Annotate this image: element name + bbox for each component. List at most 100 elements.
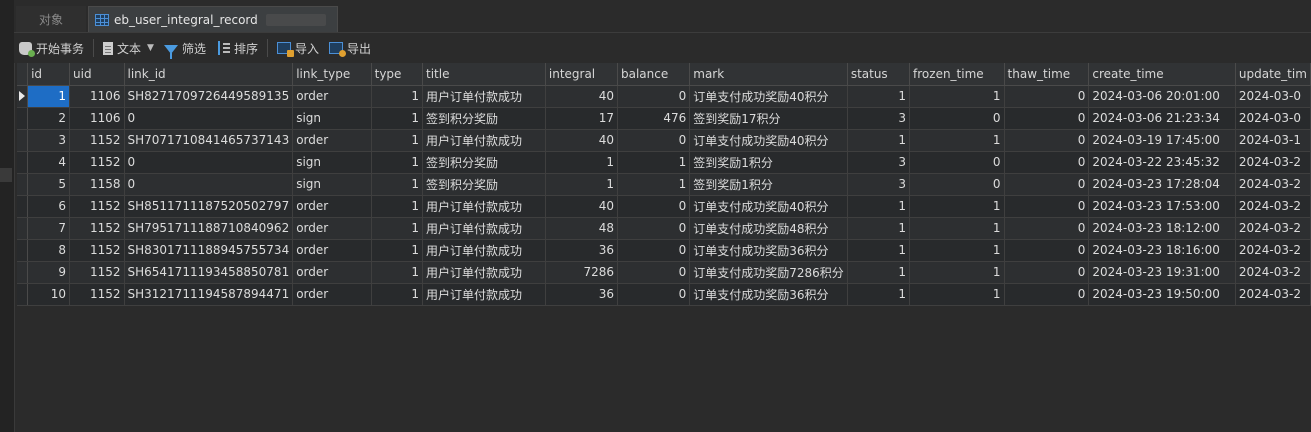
table-cell[interactable]: 36: [545, 239, 618, 262]
table-cell[interactable]: SH8271709726449589135: [124, 85, 294, 108]
table-cell[interactable]: 1: [371, 261, 423, 284]
table-cell[interactable]: 1152: [69, 217, 125, 240]
panel-splitter-handle[interactable]: [0, 168, 12, 182]
column-header[interactable]: update_tim: [1235, 63, 1311, 86]
table-cell[interactable]: 订单支付成功奖励40积分: [689, 195, 848, 218]
table-cell[interactable]: 5: [27, 173, 70, 196]
table-cell[interactable]: 1158: [69, 173, 125, 196]
column-header[interactable]: uid: [69, 63, 125, 86]
table-cell[interactable]: 1152: [69, 261, 125, 284]
table-cell[interactable]: SH7951711188710840962: [124, 217, 294, 240]
table-cell[interactable]: 476: [617, 107, 691, 130]
table-cell[interactable]: 0: [617, 85, 691, 108]
table-cell[interactable]: 2024-03-23 17:53:00: [1088, 195, 1236, 218]
table-cell[interactable]: 1: [371, 151, 423, 174]
table-cell[interactable]: 1106: [69, 107, 125, 130]
table-cell[interactable]: 1: [909, 129, 1005, 152]
table-cell[interactable]: 订单支付成功奖励40积分: [689, 129, 848, 152]
row-indicator[interactable]: [17, 107, 29, 130]
table-cell[interactable]: 1152: [69, 151, 125, 174]
table-row[interactable]: 1 1106 SH8271709726449589135 order 1 用户订单付款成功…: [17, 85, 1311, 108]
table-cell[interactable]: 用户订单付款成功: [422, 217, 546, 240]
table-cell[interactable]: 用户订单付款成功: [422, 283, 546, 306]
table-cell[interactable]: 签到积分奖励: [422, 107, 546, 130]
table-cell[interactable]: 7: [27, 217, 70, 240]
table-cell[interactable]: 订单支付成功奖励36积分: [689, 283, 848, 306]
table-cell[interactable]: 1: [27, 85, 70, 108]
table-cell[interactable]: 48: [545, 217, 618, 240]
table-cell[interactable]: 2024-03-2: [1235, 173, 1311, 196]
sort-button[interactable]: 排序: [211, 37, 263, 59]
table-cell[interactable]: 2024-03-22 23:45:32: [1088, 151, 1236, 174]
table-cell[interactable]: 2024-03-23 19:31:00: [1088, 261, 1236, 284]
table-cell[interactable]: 6: [27, 195, 70, 218]
table-cell[interactable]: 3: [27, 129, 70, 152]
table-cell[interactable]: 0: [617, 217, 691, 240]
table-row[interactable]: 10 1152 SH3121711194587894471 order 1 用户订单付款成…: [17, 283, 1311, 306]
table-cell[interactable]: 2024-03-06 21:23:34: [1088, 107, 1236, 130]
table-cell[interactable]: 用户订单付款成功: [422, 129, 546, 152]
table-cell[interactable]: 0: [909, 173, 1005, 196]
table-cell[interactable]: 签到积分奖励: [422, 151, 546, 174]
table-cell[interactable]: 1: [371, 129, 423, 152]
table-cell[interactable]: 1: [545, 173, 618, 196]
table-cell[interactable]: 用户订单付款成功: [422, 85, 546, 108]
table-cell[interactable]: 1: [909, 85, 1005, 108]
table-cell[interactable]: 1: [847, 239, 911, 262]
text-view-button[interactable]: 文本 ▼: [98, 37, 159, 59]
table-row[interactable]: 2 1106 0 sign 1 签到积分奖励 17 476 签到奖励17积分 3 0 0 2024-03…: [17, 107, 1311, 130]
column-header[interactable]: id: [27, 63, 70, 86]
column-header[interactable]: mark: [689, 63, 848, 86]
row-indicator[interactable]: [17, 173, 29, 196]
table-cell[interactable]: 签到奖励1积分: [689, 151, 848, 174]
table-cell[interactable]: 1: [909, 239, 1005, 262]
table-cell[interactable]: 订单支付成功奖励48积分: [689, 217, 848, 240]
table-row[interactable]: 5 1158 0 sign 1 签到积分奖励 1 1 签到奖励1积分 3 0 0 2024-03-23 …: [17, 173, 1311, 196]
table-cell[interactable]: 0: [1004, 129, 1090, 152]
table-cell[interactable]: 36: [545, 283, 618, 306]
chevron-down-icon[interactable]: ▼: [147, 43, 154, 53]
table-cell[interactable]: 1: [909, 261, 1005, 284]
tab-table-eb-user-integral-record[interactable]: eb_user_integral_record: [88, 6, 338, 32]
table-cell[interactable]: 1: [371, 107, 423, 130]
column-header[interactable]: link_id: [124, 63, 294, 86]
table-row[interactable]: 3 1152 SH7071710841465737143 order 1 用户订单付款成功…: [17, 129, 1311, 152]
row-indicator[interactable]: [17, 129, 29, 152]
table-cell[interactable]: 3: [847, 107, 911, 130]
table-cell[interactable]: 1: [847, 129, 911, 152]
row-indicator[interactable]: [17, 217, 29, 240]
table-cell[interactable]: 1: [371, 173, 423, 196]
table-row[interactable]: 7 1152 SH7951711188710840962 order 1 用户订单付款成功…: [17, 217, 1311, 240]
table-row[interactable]: 6 1152 SH8511711187520502797 order 1 用户订单付款成功…: [17, 195, 1311, 218]
row-indicator[interactable]: [17, 85, 29, 108]
table-cell[interactable]: 40: [545, 85, 618, 108]
table-cell[interactable]: 1: [545, 151, 618, 174]
table-cell[interactable]: SH7071710841465737143: [124, 129, 294, 152]
table-cell[interactable]: 1: [371, 239, 423, 262]
table-cell[interactable]: 1: [909, 283, 1005, 306]
column-header[interactable]: balance: [617, 63, 691, 86]
table-cell[interactable]: 2: [27, 107, 70, 130]
table-cell[interactable]: 1: [371, 195, 423, 218]
table-cell[interactable]: 0: [1004, 217, 1090, 240]
table-cell[interactable]: 1152: [69, 129, 125, 152]
table-cell[interactable]: 2024-03-2: [1235, 151, 1311, 174]
table-cell[interactable]: 10: [27, 283, 70, 306]
table-cell[interactable]: 0: [617, 239, 691, 262]
table-cell[interactable]: 0: [1004, 85, 1090, 108]
table-cell[interactable]: 2024-03-2: [1235, 239, 1311, 262]
table-cell[interactable]: 订单支付成功奖励40积分: [689, 85, 848, 108]
row-indicator[interactable]: [17, 151, 29, 174]
column-header[interactable]: status: [847, 63, 911, 86]
table-cell[interactable]: 4: [27, 151, 70, 174]
table-cell[interactable]: 0: [617, 195, 691, 218]
table-cell[interactable]: 签到积分奖励: [422, 173, 546, 196]
table-cell[interactable]: 0: [124, 107, 294, 130]
table-cell[interactable]: 用户订单付款成功: [422, 239, 546, 262]
table-cell[interactable]: 用户订单付款成功: [422, 261, 546, 284]
table-cell[interactable]: 0: [909, 151, 1005, 174]
table-row[interactable]: 8 1152 SH8301711188945755734 order 1 用户订单付款成功…: [17, 239, 1311, 262]
table-cell[interactable]: 1: [371, 85, 423, 108]
column-header[interactable]: create_time: [1088, 63, 1236, 86]
filter-button[interactable]: 筛选: [159, 37, 211, 59]
